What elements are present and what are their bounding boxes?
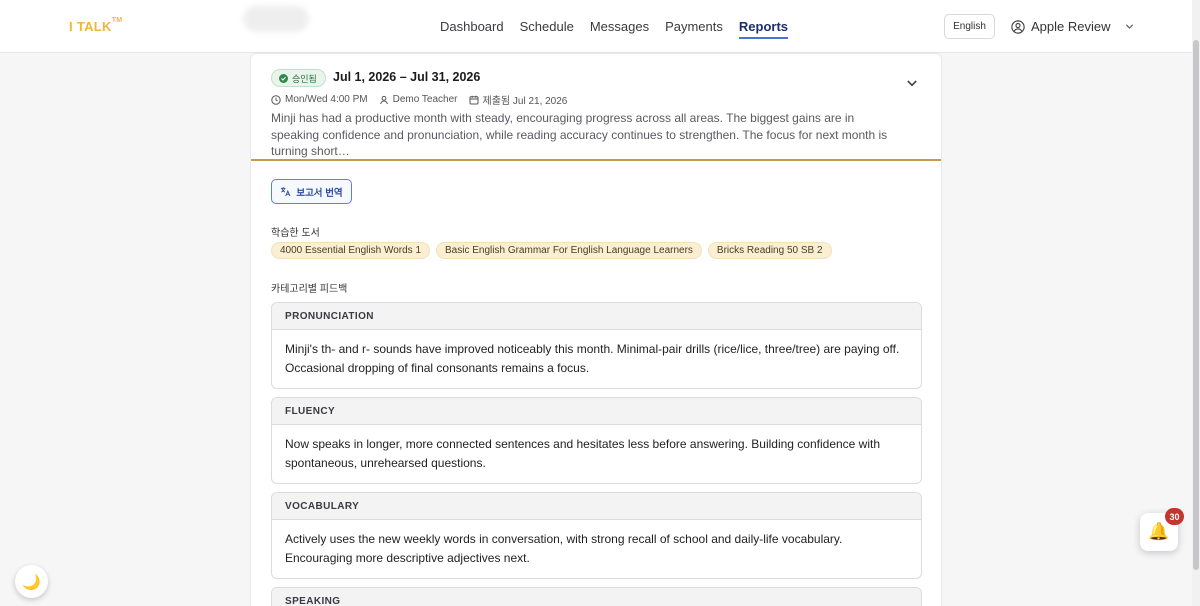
notification-count-badge: 30 (1165, 508, 1184, 525)
chevron-down-icon[interactable] (906, 77, 918, 89)
blurred-placeholder (243, 6, 309, 32)
schedule-text: Mon/Wed 4:00 PM (285, 94, 368, 105)
calendar-icon (469, 95, 478, 104)
translate-icon (281, 187, 291, 197)
status-text: 승인됨 (292, 73, 317, 84)
notifications-button[interactable]: 🔔 30 (1140, 508, 1184, 551)
clock-icon (271, 94, 281, 105)
feedback-vocabulary: VOCABULARY Actively uses the new weekly … (271, 492, 922, 579)
chevron-down-icon (1125, 24, 1133, 29)
translate-report-button[interactable]: 보고서 번역 (271, 179, 352, 204)
nav-messages[interactable]: Messages (590, 19, 649, 37)
book-list: 4000 Essential English Words 1 Basic Eng… (271, 242, 832, 259)
report-date-range: Jul 1, 2026 – Jul 31, 2026 (333, 70, 481, 84)
report-summary[interactable]: 승인됨 Jul 1, 2026 – Jul 31, 2026 Mon/Wed 4… (251, 54, 941, 161)
user-circle-icon (1011, 19, 1025, 34)
submitted-date: 제출됨 Jul 21, 2026 (482, 96, 568, 107)
feedback-title: SPEAKING (272, 588, 921, 606)
check-circle-icon (279, 73, 288, 83)
moon-icon: 🌙 (22, 573, 41, 591)
top-navigation-bar: I TALKTM Dashboard Schedule Messages Pay… (0, 0, 1200, 53)
books-label: 학습한 도서 (271, 228, 320, 239)
meta-teacher: Demo Teacher (379, 94, 458, 105)
report-excerpt: Minji has had a productive month with st… (271, 111, 888, 158)
feedback-title: FLUENCY (272, 398, 921, 425)
nav-schedule[interactable]: Schedule (520, 19, 574, 37)
bell-icon: 🔔 (1148, 522, 1170, 541)
main-nav: Dashboard Schedule Messages Payments Rep… (440, 19, 804, 39)
nav-reports[interactable]: Reports (738, 19, 789, 39)
logo-trademark: TM (111, 17, 123, 24)
feedback-label: 카테고리별 피드백 (271, 284, 348, 295)
teacher-name: Demo Teacher (392, 94, 458, 105)
nav-payments[interactable]: Payments (665, 19, 723, 37)
report-meta: Mon/Wed 4:00 PM Demo Teacher 제출됨 Jul 21,… (271, 92, 578, 107)
user-name: Apple Review (1031, 19, 1111, 34)
logo[interactable]: I TALKTM (69, 17, 123, 34)
feedback-text: Minji's th- and r- sounds have improved … (285, 342, 900, 375)
feedback-speaking: SPEAKING (271, 587, 922, 606)
nav-dashboard[interactable]: Dashboard (440, 19, 504, 37)
feedback-text: Now speaks in longer, more connected sen… (285, 437, 881, 470)
book-chip: Basic English Grammar For English Langua… (436, 242, 702, 259)
meta-submitted: 제출됨 Jul 21, 2026 (469, 92, 568, 107)
feedback-title: PRONUNCIATION (272, 303, 921, 330)
feedback-title: VOCABULARY (272, 493, 921, 520)
user-menu[interactable]: Apple Review (1011, 19, 1134, 34)
translate-label: 보고서 번역 (296, 187, 343, 199)
page-scrollbar[interactable] (1192, 0, 1200, 606)
feedback-pronunciation: PRONUNCIATION Minji's th- and r- sounds … (271, 302, 922, 389)
scrollbar-thumb[interactable] (1193, 40, 1199, 570)
book-chip: Bricks Reading 50 SB 2 (707, 242, 832, 259)
book-chip: 4000 Essential English Words 1 (271, 242, 431, 259)
feedback-fluency: FLUENCY Now speaks in longer, more conne… (271, 397, 922, 484)
language-button[interactable]: English (944, 14, 995, 39)
logo-text: I TALK (69, 19, 112, 34)
feedback-text: Actively uses the new weekly words in co… (285, 532, 843, 565)
report-card: 승인됨 Jul 1, 2026 – Jul 31, 2026 Mon/Wed 4… (250, 53, 942, 606)
status-badge: 승인됨 (271, 69, 326, 87)
dark-mode-toggle[interactable]: 🌙 (15, 565, 48, 598)
person-icon (379, 95, 388, 104)
meta-schedule: Mon/Wed 4:00 PM (271, 94, 368, 105)
